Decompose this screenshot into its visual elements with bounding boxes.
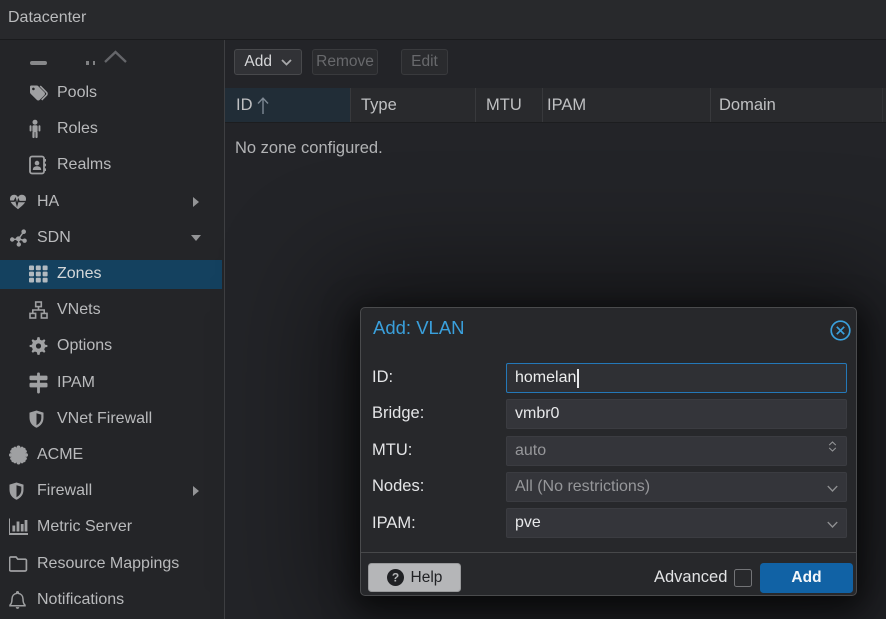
svg-text:?: ? [391, 571, 398, 585]
